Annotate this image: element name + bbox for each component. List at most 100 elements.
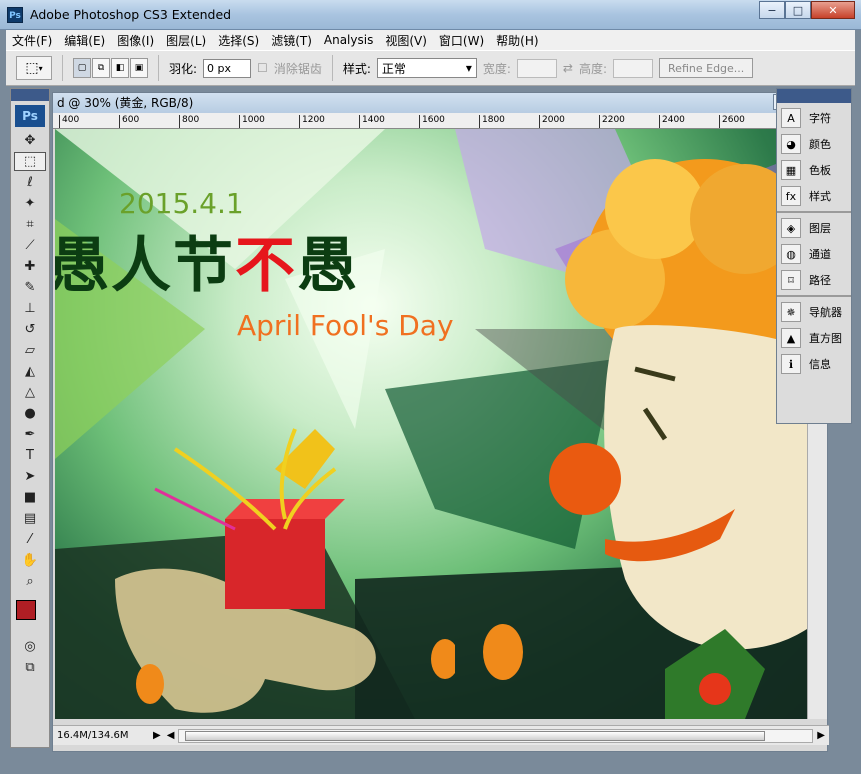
panel-swatches[interactable]: ▦ 色板 — [777, 157, 851, 183]
feather-input[interactable] — [203, 58, 252, 78]
menu-analysis[interactable]: Analysis — [318, 33, 379, 47]
magic-wand-tool-icon[interactable]: ✦ — [14, 194, 46, 213]
foreground-color-swatch[interactable] — [16, 600, 36, 620]
panel-dock-header[interactable] — [777, 89, 851, 103]
panel-label: 路径 — [809, 274, 831, 287]
menubar: 文件(F) 编辑(E) 图像(I) 图层(L) 选择(S) 滤镜(T) Anal… — [6, 30, 855, 50]
headline-part-2: 不 — [235, 231, 297, 301]
options-bar: ⬚▾ ▢ ⧉ ◧ ▣ 羽化: ☐ 消除锯齿 样式: 正常▾ 宽度: ⇄ 高度: … — [6, 50, 855, 86]
status-bar: 16.4M/134.6M ▶ ◀ ▶ — [53, 725, 829, 745]
info-icon: ℹ — [781, 354, 801, 374]
new-selection-icon[interactable]: ▢ — [73, 58, 91, 78]
panel-styles[interactable]: fx 样式 — [777, 183, 851, 209]
ruler-tick: 1400 — [359, 115, 385, 128]
panel-character[interactable]: A 字符 — [777, 105, 851, 131]
slice-tool-icon[interactable]: ⟋ — [14, 236, 46, 255]
scroll-left-arrow-icon[interactable]: ◀ — [167, 730, 175, 741]
subtract-selection-icon[interactable]: ◧ — [111, 58, 129, 78]
paths-icon: ⌑ — [781, 270, 801, 290]
path-selection-icon[interactable]: ➤ — [14, 467, 46, 486]
scrollbar-thumb[interactable] — [185, 730, 766, 741]
swap-icon[interactable]: ⇄ — [563, 61, 573, 75]
panel-group-2: ◈ 图层 ◍ 通道 ⌑ 路径 — [777, 213, 851, 297]
zoom-tool-icon[interactable]: ⌕ — [14, 572, 46, 591]
horizontal-scrollbar[interactable] — [178, 728, 814, 743]
quick-mask-icon[interactable]: ◎ — [14, 637, 46, 656]
refine-edge-button[interactable]: Refine Edge... — [659, 58, 754, 78]
panel-histogram[interactable]: ▲ 直方图 — [777, 325, 851, 351]
menu-layer[interactable]: 图层(L) — [160, 32, 212, 49]
scroll-right-arrow-icon[interactable]: ▶ — [817, 730, 825, 741]
maximize-button[interactable]: □ — [785, 1, 811, 19]
lasso-tool-icon[interactable]: ℓ — [14, 173, 46, 192]
window-controls: − □ ✕ — [759, 1, 855, 19]
healing-brush-icon[interactable]: ✚ — [14, 257, 46, 276]
rectangular-marquee-tool-icon[interactable]: ⬚ — [14, 152, 46, 171]
dropdown-arrow-icon: ▾ — [465, 61, 472, 75]
image-canvas[interactable]: 2015.4.1 愚人节不愚 April Fool's Day — [55, 129, 807, 719]
pen-tool-icon[interactable]: ✒ — [14, 425, 46, 444]
separator — [158, 55, 159, 81]
eraser-tool-icon[interactable]: ▱ — [14, 341, 46, 360]
menu-help[interactable]: 帮助(H) — [490, 32, 544, 49]
panel-channels[interactable]: ◍ 通道 — [777, 241, 851, 267]
type-tool-icon[interactable]: T — [14, 446, 46, 465]
panel-label: 导航器 — [809, 306, 842, 319]
menu-image[interactable]: 图像(I) — [111, 32, 160, 49]
menu-select[interactable]: 选择(S) — [212, 32, 265, 49]
close-button[interactable]: ✕ — [811, 1, 855, 19]
menu-edit[interactable]: 编辑(E) — [58, 32, 111, 49]
shape-tool-icon[interactable]: ■ — [14, 488, 46, 507]
ruler-tick: 1600 — [419, 115, 445, 128]
panel-label: 直方图 — [809, 332, 842, 345]
panel-layers[interactable]: ◈ 图层 — [777, 215, 851, 241]
intersect-selection-icon[interactable]: ▣ — [130, 58, 148, 78]
layers-icon: ◈ — [781, 218, 801, 238]
chevron-down-icon: ▾ — [38, 63, 43, 73]
panel-label: 信息 — [809, 358, 831, 371]
color-swatches[interactable] — [13, 597, 47, 631]
artwork-headline: 愚人节不愚 — [55, 217, 359, 304]
status-menu-arrow-icon[interactable]: ▶ — [153, 730, 161, 741]
feather-label: 羽化: — [169, 61, 198, 76]
panel-paths[interactable]: ⌑ 路径 — [777, 267, 851, 293]
menu-window[interactable]: 窗口(W) — [433, 32, 490, 49]
blur-tool-icon[interactable]: △ — [14, 383, 46, 402]
tool-preset-picker[interactable]: ⬚ ▾ — [16, 56, 52, 80]
screen-mode-icon[interactable]: ⧉ — [14, 658, 46, 677]
antialias-checkbox-icon[interactable]: ☐ — [257, 61, 268, 75]
character-icon: A — [781, 108, 801, 128]
height-input[interactable] — [613, 58, 654, 78]
hand-tool-icon[interactable]: ✋ — [14, 551, 46, 570]
ruler-tick: 400 — [59, 115, 79, 128]
crop-tool-icon[interactable]: ⌗ — [14, 215, 46, 234]
width-input[interactable] — [516, 58, 557, 78]
menu-file[interactable]: 文件(F) — [6, 32, 58, 49]
minimize-button[interactable]: − — [759, 1, 785, 19]
document-titlebar[interactable]: d @ 30% (黄金, RGB/8) ▁ ▭ — [53, 93, 827, 113]
ps-logo[interactable]: Ps — [15, 105, 45, 127]
ruler-tick: 1800 — [479, 115, 505, 128]
clone-stamp-icon[interactable]: ⊥ — [14, 299, 46, 318]
paint-bucket-icon[interactable]: ◭ — [14, 362, 46, 381]
notes-tool-icon[interactable]: ▤ — [14, 509, 46, 528]
move-tool-icon[interactable]: ✥ — [14, 131, 46, 150]
histogram-icon: ▲ — [781, 328, 801, 348]
history-brush-icon[interactable]: ↺ — [14, 320, 46, 339]
menu-view[interactable]: 视图(V) — [379, 32, 433, 49]
ruler-tick: 1200 — [299, 115, 325, 128]
panel-dock: A 字符 ◕ 颜色 ▦ 色板 fx 样式 ◈ 图层 ◍ 通道 ⌑ 路径 ✵ 导航器 ▲ 直方图 ℹ… — [776, 88, 852, 424]
panel-info[interactable]: ℹ 信息 — [777, 351, 851, 377]
tools-palette-header[interactable] — [11, 89, 49, 101]
panel-label: 通道 — [809, 248, 831, 261]
add-to-selection-icon[interactable]: ⧉ — [92, 58, 110, 78]
headline-part-3: 愚 — [297, 231, 359, 301]
eyedropper-tool-icon[interactable]: ⁄ — [14, 530, 46, 549]
panel-label: 颜色 — [809, 138, 831, 151]
style-select[interactable]: 正常 ▾ — [376, 58, 477, 78]
brush-tool-icon[interactable]: ✎ — [14, 278, 46, 297]
panel-navigator[interactable]: ✵ 导航器 — [777, 299, 851, 325]
menu-filter[interactable]: 滤镜(T) — [265, 32, 318, 49]
panel-color[interactable]: ◕ 颜色 — [777, 131, 851, 157]
dodge-tool-icon[interactable]: ● — [14, 404, 46, 423]
